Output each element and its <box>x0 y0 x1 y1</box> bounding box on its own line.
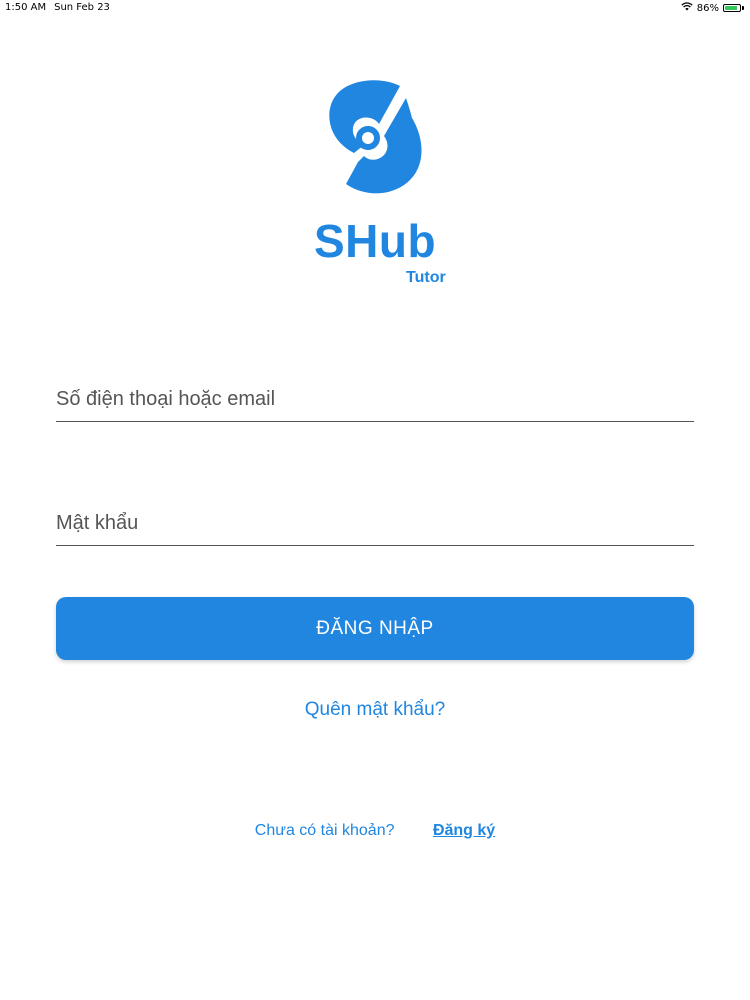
login-button[interactable]: ĐĂNG NHẬP <box>56 597 694 660</box>
battery-cap <box>742 6 744 10</box>
brand-name: SHub <box>313 215 437 267</box>
signup-row: Chưa có tài khoản? Đăng ký <box>0 822 750 840</box>
signup-link[interactable]: Đăng ký <box>433 822 495 840</box>
brand-subtitle: Tutor <box>406 269 446 286</box>
signup-prompt: Chưa có tài khoản? <box>254 822 395 839</box>
wifi-icon <box>681 2 693 14</box>
status-left: 1:50 AM Sun Feb 23 <box>5 2 110 13</box>
forgot-password-link[interactable]: Quên mật khẩu? <box>0 699 750 721</box>
password-input[interactable] <box>56 512 694 546</box>
status-bar: 1:50 AM Sun Feb 23 86% <box>0 0 750 16</box>
battery-body <box>723 4 741 12</box>
status-time: 1:50 AM <box>5 2 47 13</box>
battery-percent: 86% <box>696 2 719 14</box>
status-date: Sun Feb 23 <box>54 2 110 13</box>
battery-fill <box>725 6 738 10</box>
battery-charging-icon <box>723 4 744 12</box>
shub-logo-icon <box>329 80 422 194</box>
login-screen: 1:50 AM Sun Feb 23 86% SHub Tutor Số điệ… <box>0 0 750 1000</box>
status-right: 86% <box>681 2 744 14</box>
phone-email-input[interactable] <box>56 388 694 422</box>
